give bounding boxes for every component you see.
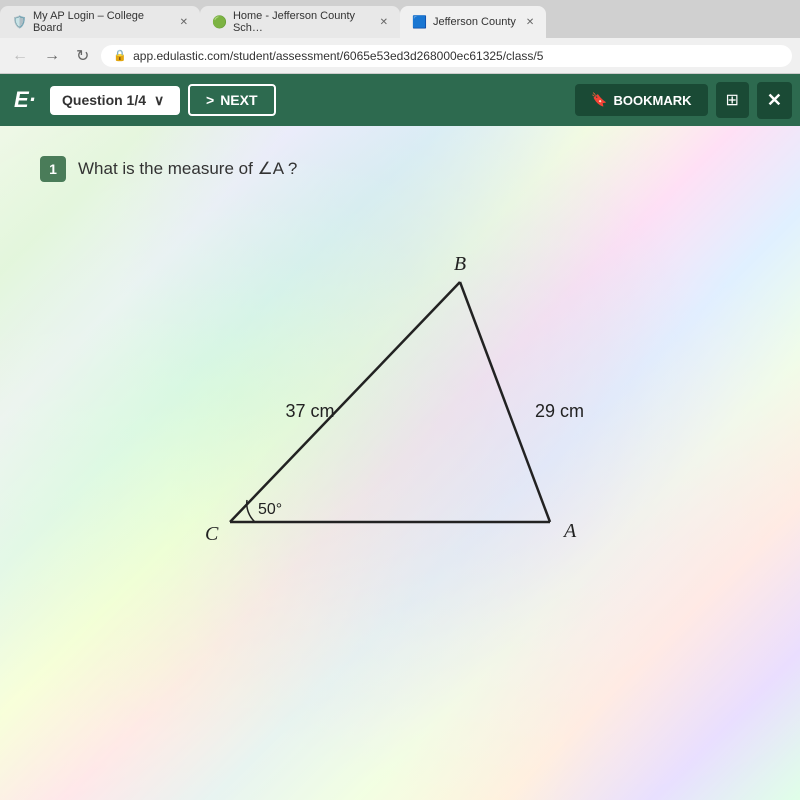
next-label: NEXT [220,92,257,108]
content-area: 1 What is the measure of ∠A ? B A C [40,156,760,582]
tab-2[interactable]: 🟢 Home - Jefferson County Sch… ✕ [200,6,400,38]
tab-1-label: My AP Login – College Board [33,10,170,34]
app-toolbar: E· Question 1/4 ∨ > NEXT 🔖 BOOKMARK ⊞ ✕ [0,74,800,126]
tab-bar: 🛡️ My AP Login – College Board ✕ 🟢 Home … [0,0,800,38]
grid-button[interactable]: ⊞ [716,82,749,118]
tab-2-close[interactable]: ✕ [380,17,388,28]
app-logo: E· [8,87,42,113]
tab-3-close[interactable]: ✕ [526,17,534,28]
side-ab-label: 37 cm [285,401,334,421]
next-button[interactable]: > NEXT [188,84,276,116]
tab-3-label: Jefferson County [433,16,516,28]
vertex-c-label: C [205,523,219,545]
question-number: 1 [40,156,66,182]
tab-1-icon: 🛡️ [12,15,27,29]
browser-window: 🛡️ My AP Login – College Board ✕ 🟢 Home … [0,0,800,800]
grid-icon: ⊞ [726,92,739,109]
question-selector[interactable]: Question 1/4 ∨ [50,86,180,115]
vertex-b-label: B [454,253,466,275]
question-text: What is the measure of ∠A ? [78,159,297,179]
forward-button[interactable]: → [40,45,64,67]
chevron-down-icon: ∨ [154,92,164,109]
tab-3[interactable]: 🟦 Jefferson County ✕ [400,6,546,38]
url-box[interactable]: 🔒 app.edulastic.com/student/assessment/6… [101,45,792,67]
question-selector-label: Question 1/4 [62,92,146,108]
tab-2-label: Home - Jefferson County Sch… [233,10,370,34]
bookmark-label: BOOKMARK [614,93,692,108]
close-icon: ✕ [767,90,782,110]
triangle-diagram: B A C 37 cm 29 cm 50° [150,202,650,582]
next-arrow-icon: > [206,92,214,108]
question-header: 1 What is the measure of ∠A ? [40,156,760,182]
tab-1-close[interactable]: ✕ [180,17,188,28]
angle-c-label: 50° [258,501,282,518]
side-bc-label: 29 cm [535,401,584,421]
main-content: 1 What is the measure of ∠A ? B A C [0,126,800,800]
lock-icon: 🔒 [113,49,127,62]
tab-1[interactable]: 🛡️ My AP Login – College Board ✕ [0,6,200,38]
close-button[interactable]: ✕ [757,82,792,119]
bookmark-icon: 🔖 [591,92,607,108]
refresh-button[interactable]: ↻ [72,44,93,68]
tab-2-icon: 🟢 [212,15,227,29]
vertex-a-label: A [562,520,577,542]
url-text: app.edulastic.com/student/assessment/606… [133,49,543,63]
triangle-svg: B A C 37 cm 29 cm 50° [150,202,650,582]
tab-3-icon: 🟦 [412,15,427,29]
bookmark-button[interactable]: 🔖 BOOKMARK [575,84,707,116]
address-bar: ← → ↻ 🔒 app.edulastic.com/student/assess… [0,38,800,74]
back-button[interactable]: ← [8,45,32,67]
